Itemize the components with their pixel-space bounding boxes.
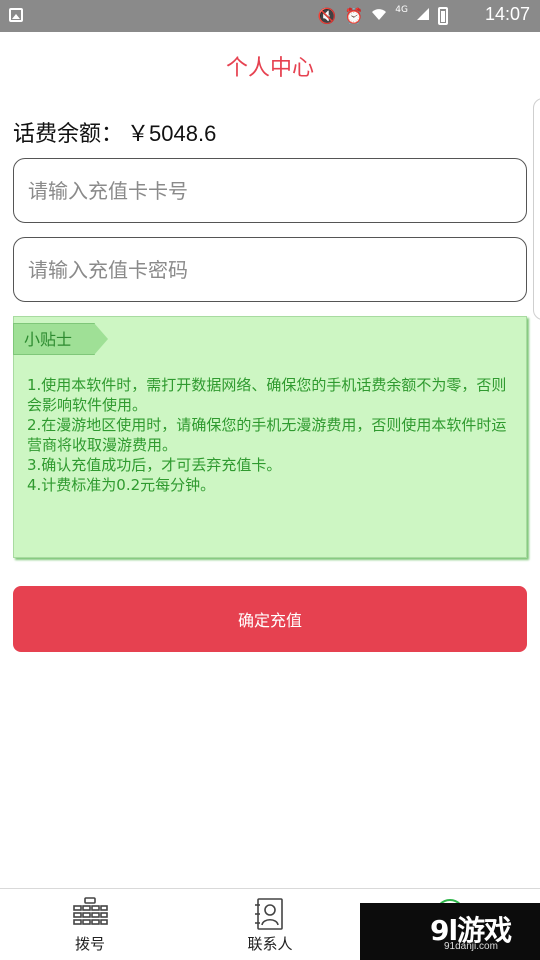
battery-icon [438,7,448,25]
watermark-url: 91danji.com [444,941,498,952]
balance-label: 话费余额： [13,122,124,147]
tip-line: 1.使用本软件时，需打开数据网络、确保您的手机话费余额不为零，否则会影响软件使用… [27,376,507,414]
card-password-field[interactable] [13,237,527,302]
nav-label-dial: 拨号 [74,935,105,953]
tips-tag: 小贴士 [13,323,108,355]
page-title: 个人中心 [225,56,314,81]
mute-icon: 🔇 [317,7,337,25]
balance-row: 话费余额： ￥5048.6 [13,116,216,148]
balance-amount: ￥5048.6 [127,121,217,146]
card-number-field[interactable] [13,158,527,223]
tips-body: 1.使用本软件时，需打开数据网络、确保您的手机话费余额不为零，否则会影响软件使用… [27,375,517,495]
tip-line: 3.确认充值成功后，才可丢弃充值卡。 [27,456,282,474]
nav-item-contacts[interactable]: 联系人 [225,889,315,960]
contacts-icon [254,897,286,935]
signal-icon [416,6,430,26]
gallery-notification-icon [9,8,23,22]
nav-label-contacts: 联系人 [247,935,293,953]
card-password-input[interactable] [28,257,512,282]
edge-panel [533,98,540,320]
status-icons: 🔇 ⏰ 4G [317,5,448,26]
alarm-icon: ⏰ [344,7,364,25]
site-watermark: 9l游戏 91danji.com [360,903,540,960]
tips-panel: 小贴士 1.使用本软件时，需打开数据网络、确保您的手机话费余额不为零，否则会影响… [13,316,527,558]
status-bar: 🔇 ⏰ 4G 14:07 [0,0,540,32]
status-time: 14:07 [484,4,530,24]
tip-line: 2.在漫游地区使用时，请确保您的手机无漫游费用，否则使用本软件时运营商将收取漫游… [27,416,507,454]
network-type-label: 4G [395,5,408,15]
dialpad-icon [72,897,108,933]
card-number-input[interactable] [28,178,512,203]
nav-item-dial[interactable]: 拨号 [50,889,130,960]
confirm-recharge-button[interactable]: 确定充值 [13,586,527,652]
wifi-icon [371,6,387,26]
tip-line: 4.计费标准为0.2元每分钟。 [27,476,216,494]
